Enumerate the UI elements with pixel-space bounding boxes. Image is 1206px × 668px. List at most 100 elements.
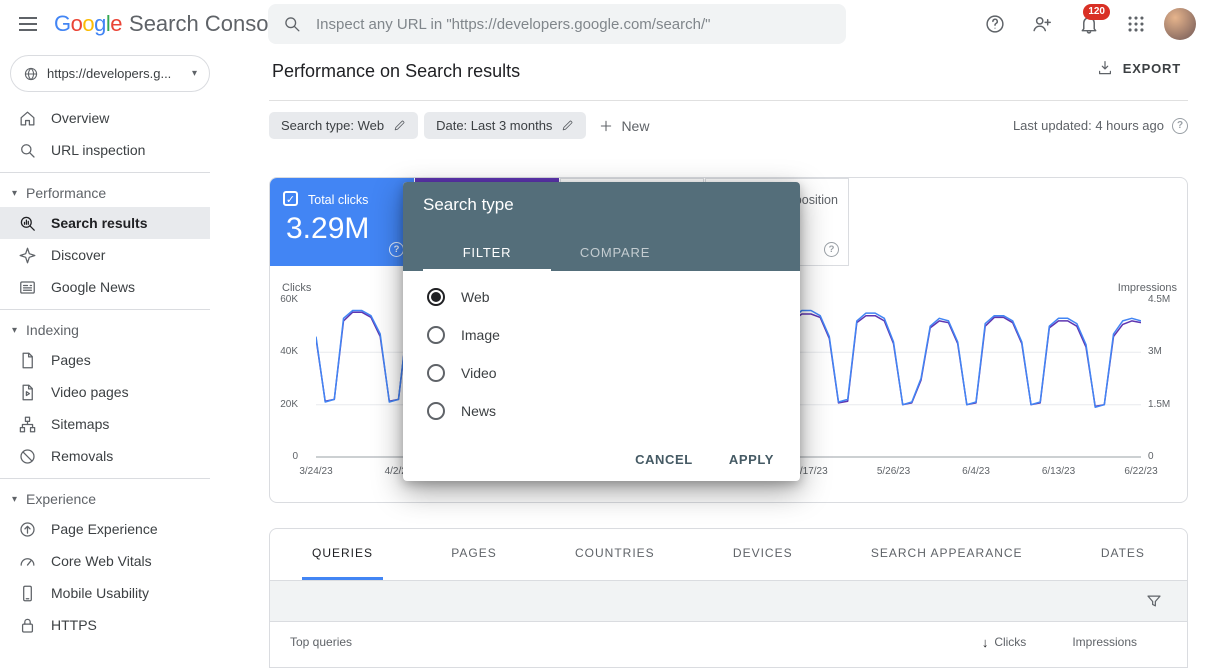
sidebar-item-search-results[interactable]: Search results [0,207,210,239]
sidebar-item-label: Core Web Vitals [51,553,152,569]
search-type-option-image[interactable]: Image [403,316,800,354]
radio-unselected-icon[interactable] [427,326,445,344]
sidebar-item-overview[interactable]: Overview [0,102,210,134]
help-icon[interactable] [976,4,1014,44]
sidebar-group-label: Experience [26,491,96,507]
collapse-caret-icon: ▾ [12,188,17,199]
tab-devices[interactable]: DEVICES [723,529,803,580]
tab-pages[interactable]: PAGES [441,529,506,580]
sidebar-item-pages[interactable]: Pages [0,344,210,376]
sidebar-divider [0,478,210,479]
metric-card-label: Total clicks [308,193,368,207]
x-axis-tick: 6/4/23 [944,466,1008,477]
filter-chip-search-type[interactable]: Search type: Web [269,112,418,139]
sidebar-group-experience[interactable]: ▾Experience [0,485,210,513]
search-input[interactable] [314,15,832,34]
radio-unselected-icon[interactable] [427,364,445,382]
url-inspect-searchbox[interactable] [268,4,846,44]
sidebar-group-indexing[interactable]: ▾ Indexing [0,316,210,344]
collapse-caret-icon: ▾ [12,325,17,336]
page-experience-icon [16,518,38,540]
sidebar-item-label: Pages [51,352,91,368]
sidebar-item-google-news[interactable]: Google News [0,271,210,303]
sidebar-item-label: Video pages [51,384,129,400]
tab-dates[interactable]: DATES [1091,529,1155,580]
tab-queries[interactable]: QUERIES [302,529,383,580]
metric-help-icon[interactable]: ? [824,242,839,257]
user-add-icon[interactable] [1023,4,1061,44]
sidebar-item-sitemaps[interactable]: Sitemaps [0,408,210,440]
apps-grid-icon[interactable] [1117,4,1155,44]
table-header: Top queries ↓ Clicks Impressions [270,622,1187,662]
radio-unselected-icon[interactable] [427,402,445,420]
sidebar-item-discover[interactable]: Discover [0,239,210,271]
table-filter-row [270,581,1187,622]
option-label: Video [461,365,497,381]
sidebar-item-mobile-usability[interactable]: Mobile Usability [0,577,210,609]
metric-help-icon[interactable]: ? [389,242,404,257]
sort-descending-icon: ↓ [982,635,989,650]
apply-button[interactable]: APPLY [729,452,774,467]
cancel-button[interactable]: CANCEL [635,452,693,467]
new-filter-button[interactable]: New [598,118,649,134]
sidebar-item-video-pages[interactable]: Video pages [0,376,210,408]
dialog-options: Web Image Video News [403,271,800,430]
property-selector[interactable]: https://developers.g... ▾ [10,55,210,92]
search-type-option-video[interactable]: Video [403,354,800,392]
column-clicks[interactable]: ↓ Clicks [982,635,1027,650]
dimension-tabs: QUERIES PAGES COUNTRIES DEVICES SEARCH APPEA… [270,529,1187,581]
last-updated-help-icon[interactable]: ? [1172,118,1188,134]
search-type-option-web[interactable]: Web [403,278,800,316]
sidebar-item-label: HTTPS [51,617,97,633]
last-updated: Last updated: 4 hours ago ? [1013,118,1188,134]
search-type-option-news[interactable]: News [403,392,800,430]
sidebar-item-label: Google News [51,279,135,295]
chevron-down-icon: ▾ [192,68,197,79]
tab-search-appearance[interactable]: SEARCH APPEARANCE [861,529,1033,580]
sidebar-group-label: Indexing [26,322,79,338]
plus-icon [598,118,614,134]
sidebar-item-label: URL inspection [51,142,145,158]
notifications-bell-icon[interactable]: 120 [1070,4,1108,44]
filter-controls: Search type: WebDate: Last 3 months New … [269,112,1188,139]
radio-selected-icon[interactable] [427,288,445,306]
sidebar-item-label: Search results [51,215,148,231]
avatar[interactable] [1164,8,1196,40]
filter-icon[interactable] [1145,592,1163,610]
column-impressions[interactable]: Impressions [1072,635,1137,649]
notification-badge: 120 [1083,4,1110,20]
column-clicks-label: Clicks [994,635,1026,649]
y-axis-tick-left: 40K [270,346,298,357]
cwv-icon [16,550,38,572]
export-label: EXPORT [1123,61,1181,76]
mobile-icon [16,582,38,604]
dialog-footer: CANCEL APPLY [403,437,800,481]
metric-card-value: 3.29M [286,212,369,246]
tab-countries[interactable]: COUNTRIES [565,529,665,580]
pages-icon [16,349,38,371]
option-label: Image [461,327,500,343]
dialog-tab-compare[interactable]: COMPARE [551,235,679,271]
filter-chip-date-range[interactable]: Date: Last 3 months [424,112,586,139]
sidebar-divider [0,309,210,310]
hamburger-menu-icon[interactable] [8,4,48,44]
y-axis-tick-left: 60K [270,294,298,305]
sidebar-group-performance[interactable]: ▾Performance [0,179,210,207]
property-selector-value: https://developers.g... [47,66,184,81]
sidebar-item-url-inspection[interactable]: URL inspection [0,134,210,166]
checkbox-checked-icon[interactable]: ✓ [283,191,298,206]
sidebar-item-page-experience[interactable]: Page Experience [0,513,210,545]
filter-chip-label: Date: Last 3 months [436,118,552,133]
y-axis-tick-right: 3M [1148,346,1188,357]
sidebar-item-https[interactable]: HTTPS [0,609,210,641]
metric-card-total-clicks[interactable]: ✓ Total clicks 3.29M? [270,178,414,266]
export-button[interactable]: EXPORT [1096,59,1181,77]
x-axis-tick: 5/26/23 [862,466,926,477]
sidebar-item-label: Mobile Usability [51,585,149,601]
filter-chip-label: Search type: Web [281,118,384,133]
option-label: News [461,403,496,419]
dialog-tab-filter[interactable]: FILTER [423,235,551,271]
x-axis-tick: 6/22/23 [1109,466,1173,477]
sidebar-item-removals[interactable]: Removals [0,440,210,472]
sidebar-item-core-web-vitals[interactable]: Core Web Vitals [0,545,210,577]
